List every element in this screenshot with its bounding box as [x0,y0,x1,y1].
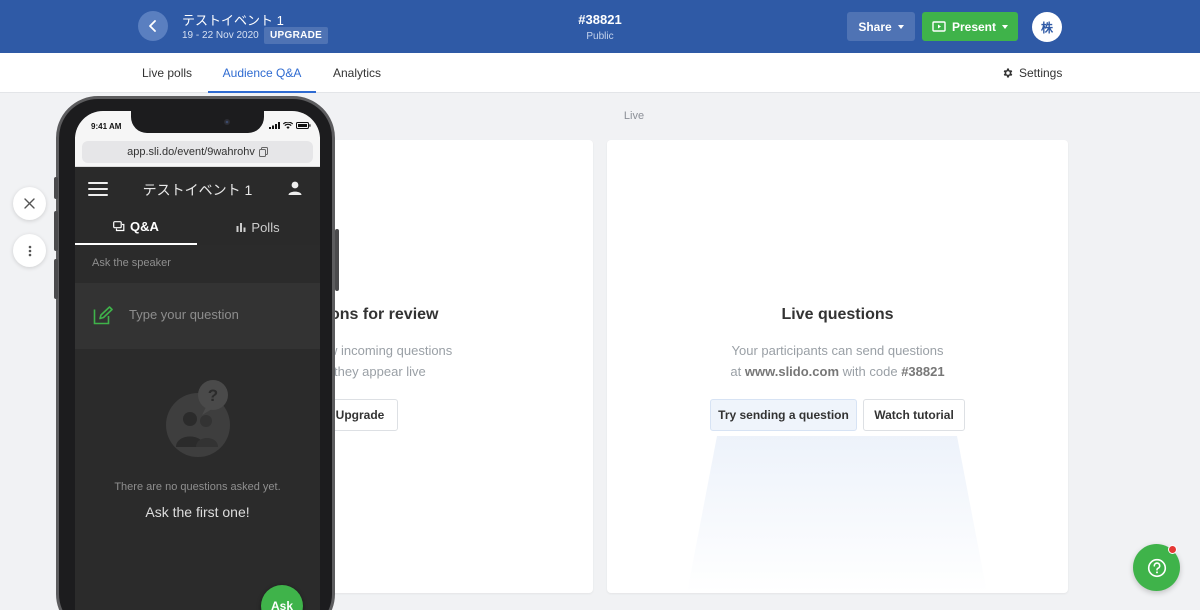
event-code: #38821 [578,12,622,27]
phone-time: 9:41 AM [91,122,122,131]
phone-volume-down [54,259,58,299]
more-options-button[interactable] [13,234,46,267]
phone-preview: 9:41 AM app.sli.do/event/9wahrohv テストイベン… [54,96,339,610]
svg-text:?: ? [208,386,218,405]
question-input[interactable]: Type your question [75,283,320,349]
phone-side-button [54,177,58,199]
settings-button[interactable]: Settings [1002,53,1062,93]
present-label: Present [951,19,997,34]
empty-state-text: There are no questions asked yet. [114,481,281,493]
live-questions-card: Live questions Your participants can sen… [607,140,1068,593]
tab-bar: Live polls Audience Q&A Analytics Settin… [0,53,1200,93]
close-preview-button[interactable] [13,187,46,220]
more-vertical-icon [28,245,31,256]
question-placeholder: Type your question [129,307,239,322]
phone-tab-polls-label: Polls [251,219,280,235]
help-icon [1147,558,1166,577]
no-questions-illustration: ? [166,380,230,457]
ask-speaker-label: Ask the speaker [92,257,171,269]
event-visibility: Public [586,31,614,42]
tab-live-polls[interactable]: Live polls [142,53,192,93]
wifi-icon [283,122,293,129]
live-desc-line2: at www.slido.com with code #38821 [607,361,1068,382]
notification-dot [1168,545,1177,554]
phone-notch [131,111,264,133]
settings-label: Settings [1019,66,1063,80]
present-button[interactable]: Present [922,12,1018,41]
user-avatar[interactable]: 株 [1032,12,1062,42]
status-icons [269,122,311,129]
empty-state-cta: Ask the first one! [145,504,250,520]
chevron-left-icon [149,20,156,32]
slido-url: www.slido.com [744,364,840,379]
phone-tab-qa[interactable]: Q&A [75,209,197,245]
live-column-label: Live [623,110,645,122]
review-card-title: ons for review [330,306,439,323]
live-desc-at: at [730,364,742,379]
phone-tab-polls[interactable]: Polls [197,209,319,245]
share-button[interactable]: Share [847,12,915,41]
battery-icon [296,122,311,129]
event-code-inline: #38821 [901,364,945,379]
compose-icon [93,306,113,325]
upgrade-badge[interactable]: UPGRADE [264,27,329,44]
browser-url: app.sli.do/event/9wahrohv [127,146,255,158]
user-icon[interactable] [287,180,303,196]
live-desc-with: with code [842,364,898,379]
phone-volume-up [54,211,58,251]
event-dates: 19 - 22 Nov 2020 [182,30,259,41]
tab-analytics[interactable]: Analytics [333,53,381,93]
glow-decoration [687,436,987,593]
review-desc-line2: they appear live [334,364,426,379]
phone-app-title: テストイベント 1 [142,182,253,198]
camera-icon [224,119,230,125]
watch-tutorial-button[interactable]: Watch tutorial [863,399,965,431]
ask-button[interactable]: Ask [261,585,303,610]
tab-audience-qa[interactable]: Audience Q&A [208,53,316,93]
phone-app-bar: テストイベント 1 [75,167,320,209]
back-button[interactable] [138,11,168,41]
signal-icon [269,122,280,129]
phone-tab-qa-label: Q&A [130,218,159,234]
review-card-desc: w incoming questions they appear live [328,340,452,382]
close-icon [24,198,35,209]
share-label: Share [858,19,892,34]
copy-icon [258,147,268,157]
browser-url-bar[interactable]: app.sli.do/event/9wahrohv [82,141,313,163]
browser-url-area: app.sli.do/event/9wahrohv [75,137,320,167]
present-icon [932,21,946,32]
try-sending-question-button[interactable]: Try sending a question [710,399,857,431]
live-card-title: Live questions [781,306,894,323]
phone-power-button [335,229,339,291]
chat-bubbles-icon [113,220,125,231]
caret-down-icon [897,24,904,29]
top-header: テストイベント 1 19 - 22 Nov 2020 UPGRADE #3882… [0,0,1200,53]
review-desc-line1: w incoming questions [328,343,453,358]
live-card-desc: Your participants can send questions at … [607,340,1068,382]
caret-down-icon [1002,24,1009,29]
phone-tabs: Q&A Polls [75,209,320,245]
gear-icon [1003,68,1013,78]
live-desc-line1: Your participants can send questions [731,343,944,358]
bar-chart-icon [236,223,246,232]
phone-screen: 9:41 AM app.sli.do/event/9wahrohv テストイベン… [75,111,320,610]
